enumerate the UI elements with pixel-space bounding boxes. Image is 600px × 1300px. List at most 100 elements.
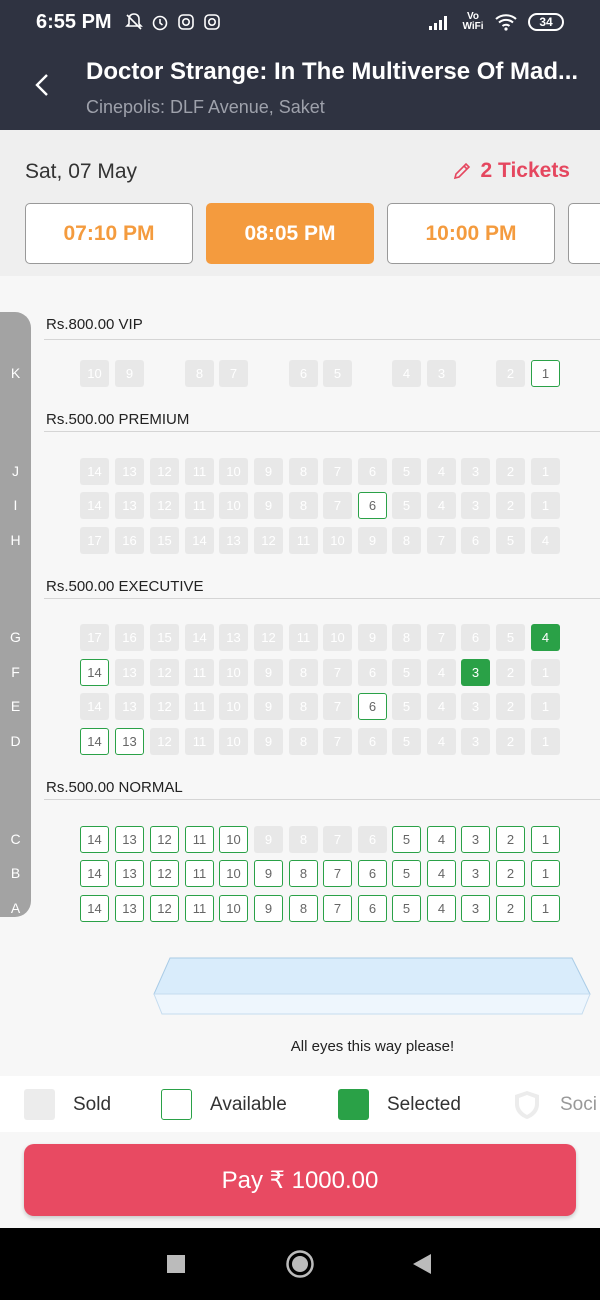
- movie-title: Doctor Strange: In The Multiverse Of Mad…: [86, 58, 579, 85]
- legend-available-label: Available: [210, 1093, 287, 1115]
- seat-available[interactable]: 6: [358, 492, 387, 519]
- legend-sold-swatch: [24, 1089, 55, 1120]
- seat-available[interactable]: 1: [531, 826, 560, 853]
- home-icon[interactable]: [285, 1249, 315, 1279]
- seat-available[interactable]: 1: [531, 860, 560, 887]
- seat-available[interactable]: 1: [531, 360, 560, 387]
- seat-available[interactable]: 6: [358, 693, 387, 720]
- seat-available[interactable]: 13: [115, 826, 144, 853]
- seat-available[interactable]: 6: [358, 895, 387, 922]
- legend-social-label: Soci: [560, 1093, 597, 1115]
- seat-available[interactable]: 13: [115, 895, 144, 922]
- section-divider: [44, 598, 600, 599]
- ticket-count-button[interactable]: 2 Tickets: [452, 159, 570, 183]
- vowifi-label: Vo WiFi: [462, 11, 484, 32]
- pay-button[interactable]: Pay ₹ 1000.00: [24, 1144, 576, 1216]
- seat-sold: 2: [496, 659, 525, 686]
- seat-available[interactable]: 14: [80, 728, 109, 755]
- recents-icon[interactable]: [166, 1254, 186, 1274]
- seat-available[interactable]: 14: [80, 659, 109, 686]
- seat-selected[interactable]: 4: [531, 624, 560, 651]
- seat-available[interactable]: 1: [531, 895, 560, 922]
- seat-sold: 7: [323, 826, 352, 853]
- showtime-button[interactable]: 08:05 PM: [206, 203, 374, 264]
- seat-available[interactable]: 13: [115, 728, 144, 755]
- section-divider: [44, 799, 600, 800]
- seat-sold: 9: [254, 659, 283, 686]
- seat-sold: 1: [531, 458, 560, 485]
- seat-available[interactable]: 8: [289, 895, 318, 922]
- seat-available[interactable]: 4: [427, 826, 456, 853]
- seat-sold: 14: [80, 458, 109, 485]
- seat-sold: 6: [461, 527, 490, 554]
- show-date[interactable]: Sat, 07 May: [25, 160, 137, 184]
- seat-available[interactable]: 10: [219, 860, 248, 887]
- seat-available[interactable]: 11: [185, 895, 214, 922]
- seat-sold: 4: [427, 492, 456, 519]
- seat-sold: 8: [289, 458, 318, 485]
- seat-sold: 15: [150, 527, 179, 554]
- seat-available[interactable]: 12: [150, 860, 179, 887]
- seat-available[interactable]: 4: [427, 860, 456, 887]
- seat-sold: 13: [115, 659, 144, 686]
- section-price-label: Rs.800.00 VIP: [46, 316, 143, 333]
- seat-available[interactable]: 5: [392, 826, 421, 853]
- seat-available[interactable]: 5: [392, 860, 421, 887]
- seat-sold: 11: [185, 458, 214, 485]
- row-label: E: [10, 698, 21, 714]
- seat-available[interactable]: 6: [358, 860, 387, 887]
- seat-available[interactable]: 7: [323, 860, 352, 887]
- seat-sold: 6: [461, 624, 490, 651]
- seat-available[interactable]: 7: [323, 895, 352, 922]
- section-price-label: Rs.500.00 EXECUTIVE: [46, 578, 204, 595]
- seat-sold: 1: [531, 693, 560, 720]
- section-price-label: Rs.500.00 PREMIUM: [46, 411, 190, 428]
- seat-sold: 5: [392, 728, 421, 755]
- back-arrow-icon[interactable]: [28, 70, 58, 100]
- seat-available[interactable]: 12: [150, 895, 179, 922]
- seat-available[interactable]: 14: [80, 895, 109, 922]
- legend-selected-label: Selected: [387, 1093, 461, 1115]
- seat-available[interactable]: 9: [254, 895, 283, 922]
- seat-selected[interactable]: 3: [461, 659, 490, 686]
- seat-available[interactable]: 9: [254, 860, 283, 887]
- seat-available[interactable]: 11: [185, 826, 214, 853]
- seat-available[interactable]: 14: [80, 860, 109, 887]
- seat-available[interactable]: 12: [150, 826, 179, 853]
- seat-available[interactable]: 4: [427, 895, 456, 922]
- showtime-button[interactable]: 07:10 PM: [25, 203, 193, 264]
- section-divider: [44, 339, 600, 340]
- instagram-icon: [203, 14, 220, 30]
- seat-sold: 12: [254, 624, 283, 651]
- seat-available[interactable]: 3: [461, 860, 490, 887]
- showtime-button[interactable]: [568, 203, 600, 264]
- seat-available[interactable]: 11: [185, 860, 214, 887]
- cinema-name: Cinepolis: DLF Avenue, Saket: [86, 97, 325, 117]
- seat-available[interactable]: 3: [461, 895, 490, 922]
- seat-sold: 11: [185, 693, 214, 720]
- seat-available[interactable]: 3: [461, 826, 490, 853]
- cinema-screen: [153, 957, 591, 1015]
- seat-sold: 10: [219, 458, 248, 485]
- seat-available[interactable]: 8: [289, 860, 318, 887]
- back-icon[interactable]: [412, 1253, 432, 1275]
- seat-sold: 4: [392, 360, 421, 387]
- seat-available[interactable]: 10: [219, 895, 248, 922]
- seat-sold: 11: [185, 728, 214, 755]
- seat-sold: 13: [115, 458, 144, 485]
- screen-caption: All eyes this way please!: [290, 1038, 455, 1055]
- showtime-button[interactable]: 10:00 PM: [387, 203, 555, 264]
- seat-sold: 3: [461, 728, 490, 755]
- row-label: K: [10, 365, 21, 381]
- seat-available[interactable]: 14: [80, 826, 109, 853]
- seat-available[interactable]: 13: [115, 860, 144, 887]
- seat-sold: 8: [185, 360, 214, 387]
- seat-available[interactable]: 2: [496, 895, 525, 922]
- seat-sold: 7: [427, 527, 456, 554]
- seat-available[interactable]: 5: [392, 895, 421, 922]
- seat-available[interactable]: 2: [496, 860, 525, 887]
- seat-available[interactable]: 10: [219, 826, 248, 853]
- seat-sold: 5: [392, 693, 421, 720]
- seat-available[interactable]: 2: [496, 826, 525, 853]
- seat-sold: 12: [150, 728, 179, 755]
